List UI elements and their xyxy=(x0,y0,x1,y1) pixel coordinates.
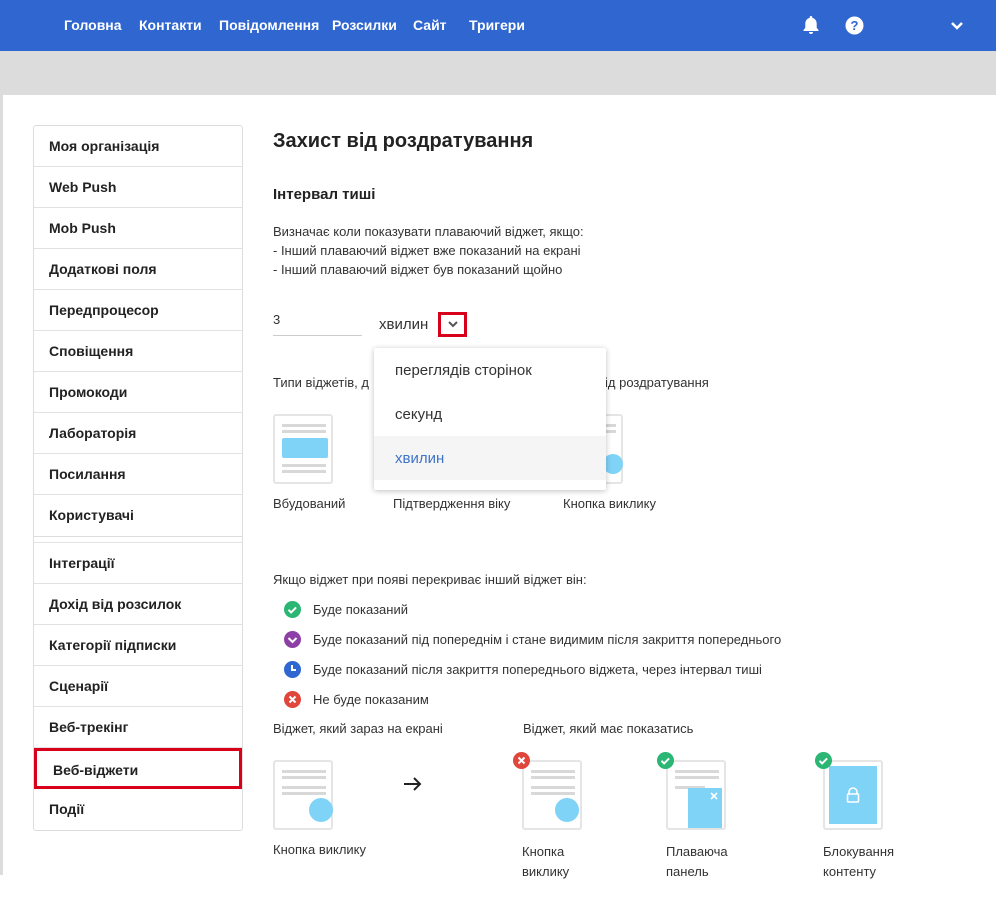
next-widget-name: Плаваюча панель xyxy=(666,842,728,882)
header-gray-strip xyxy=(0,51,996,95)
sidebar-item-scenarios[interactable]: Сценарії xyxy=(34,666,242,707)
sidebar-item-promocodes[interactable]: Промокоди xyxy=(34,372,242,413)
legend-text: Буде показаний після закриття попередньо… xyxy=(313,662,762,677)
sidebar-item-links[interactable]: Посилання xyxy=(34,454,242,495)
nav-home[interactable]: Головна xyxy=(64,17,122,33)
sidebar-item-web-widgets[interactable]: Веб-віджети xyxy=(34,748,242,789)
sidebar-item-events[interactable]: Події xyxy=(34,789,242,830)
check-icon xyxy=(657,752,674,769)
lock-icon xyxy=(846,787,860,803)
top-nav-bar: Головна Контакти Повідомлення Розсилки С… xyxy=(0,0,996,51)
widget-types-label: Типи віджетів, д xyxy=(273,375,369,390)
current-widget-card xyxy=(273,760,333,830)
help-icon[interactable]: ? xyxy=(845,16,865,36)
sidebar-item-notifications[interactable]: Сповіщення xyxy=(34,331,242,372)
nav-triggers[interactable]: Тригери xyxy=(469,17,525,33)
next-widget-name-line: Плаваюча xyxy=(666,844,728,859)
unit-dropdown-menu: переглядів сторінок секунд хвилин xyxy=(374,348,606,490)
check-icon xyxy=(284,631,301,648)
nav-site[interactable]: Сайт xyxy=(413,17,447,33)
chevron-down-icon[interactable] xyxy=(950,18,970,38)
arrow-right-icon xyxy=(404,777,422,791)
bell-icon xyxy=(603,454,623,474)
clock-icon xyxy=(284,661,301,678)
close-icon xyxy=(513,752,530,769)
desc-line: - Інший плаваючий віджет вже показаний н… xyxy=(273,243,581,258)
widget-embedded-card[interactable] xyxy=(273,414,333,484)
sidebar-item-integrations[interactable]: Інтеграції xyxy=(34,543,242,584)
next-widget-name: Блокування контенту xyxy=(823,842,894,882)
sidebar-group-main: Моя організація Web Push Mob Push Додатк… xyxy=(34,126,242,537)
bell-icon xyxy=(309,798,333,822)
current-widget-label: Віджет, який зараз на екрані xyxy=(273,721,443,736)
legend-text: Не буде показаним xyxy=(313,692,429,707)
next-widget-name-line: Кнопка xyxy=(522,844,565,859)
next-widget-call-button-card xyxy=(522,760,582,830)
nav-contacts[interactable]: Контакти xyxy=(139,17,202,33)
desc-line: Визначає коли показувати плаваючий відже… xyxy=(273,224,584,239)
sidebar-item-campaign-revenue[interactable]: Дохід від розсилок xyxy=(34,584,242,625)
sidebar-item-web-push[interactable]: Web Push xyxy=(34,167,242,208)
widget-types-label-end: ід роздратування xyxy=(605,375,709,390)
next-widget-name-line: контенту xyxy=(823,864,877,879)
chevron-down-icon xyxy=(448,321,458,328)
legend-text: Буде показаний xyxy=(313,602,408,617)
current-widget-name: Кнопка виклику xyxy=(273,842,367,857)
desc-line: - Інший плаваючий віджет був показаний щ… xyxy=(273,262,563,277)
floating-panel-preview xyxy=(688,788,722,828)
svg-text:?: ? xyxy=(851,18,859,33)
sidebar-item-laboratory[interactable]: Лабораторія xyxy=(34,413,242,454)
nav-campaigns[interactable]: Розсилки xyxy=(332,17,397,33)
check-icon xyxy=(284,601,301,618)
next-widget-label: Віджет, який має показатись xyxy=(523,721,694,736)
sidebar-item-subscription-categories[interactable]: Категорії підписки xyxy=(34,625,242,666)
close-icon xyxy=(710,792,718,800)
next-widget-name-line: Блокування xyxy=(823,844,895,859)
section-title: Інтервал тиші xyxy=(273,186,376,203)
settings-sidebar: Моя організація Web Push Mob Push Додатк… xyxy=(33,125,243,831)
widget-type-embedded: Вбудований xyxy=(273,496,346,511)
bell-icon[interactable] xyxy=(802,15,822,35)
dropdown-option-seconds[interactable]: секунд xyxy=(374,392,606,436)
next-widget-floating-panel-card xyxy=(666,760,726,830)
content-block-preview xyxy=(829,766,877,824)
next-widget-content-blocking-card xyxy=(823,760,883,830)
dropdown-option-minutes[interactable]: хвилин xyxy=(374,436,606,480)
next-widget-name: Кнопка виклику xyxy=(522,842,569,882)
section-description: Визначає коли показувати плаваючий відже… xyxy=(273,222,584,279)
sidebar-item-custom-fields[interactable]: Додаткові поля xyxy=(34,249,242,290)
legend-text: Буде показаний під попереднім і стане ви… xyxy=(313,632,782,647)
interval-input[interactable] xyxy=(273,310,362,336)
page-title: Захист від роздратування xyxy=(273,130,534,152)
sidebar-item-my-organization[interactable]: Моя організація xyxy=(34,126,242,167)
bell-icon xyxy=(555,798,579,822)
sidebar-item-users[interactable]: Користувачі xyxy=(34,495,242,536)
next-widget-name-line: виклику xyxy=(522,864,570,879)
check-icon xyxy=(815,752,832,769)
overlap-question: Якщо віджет при появі перекриває інший в… xyxy=(273,572,587,587)
next-widget-name-line: панель xyxy=(666,864,709,879)
sidebar-item-mob-push[interactable]: Mob Push xyxy=(34,208,242,249)
sidebar-group-extra: Інтеграції Дохід від розсилок Категорії … xyxy=(34,543,242,830)
unit-dropdown-toggle[interactable] xyxy=(438,312,467,337)
interval-unit-label: хвилин xyxy=(379,316,429,333)
widget-type-age-verification: Підтвердження віку xyxy=(393,496,511,511)
widget-type-call-button: Кнопка виклику xyxy=(563,496,657,511)
close-icon xyxy=(284,691,301,708)
sidebar-item-preprocessor[interactable]: Передпроцесор xyxy=(34,290,242,331)
sidebar-item-web-tracking[interactable]: Веб-трекінг xyxy=(34,707,242,748)
nav-messages[interactable]: Повідомлення xyxy=(219,17,319,33)
dropdown-option-pageviews[interactable]: переглядів сторінок xyxy=(374,348,606,392)
